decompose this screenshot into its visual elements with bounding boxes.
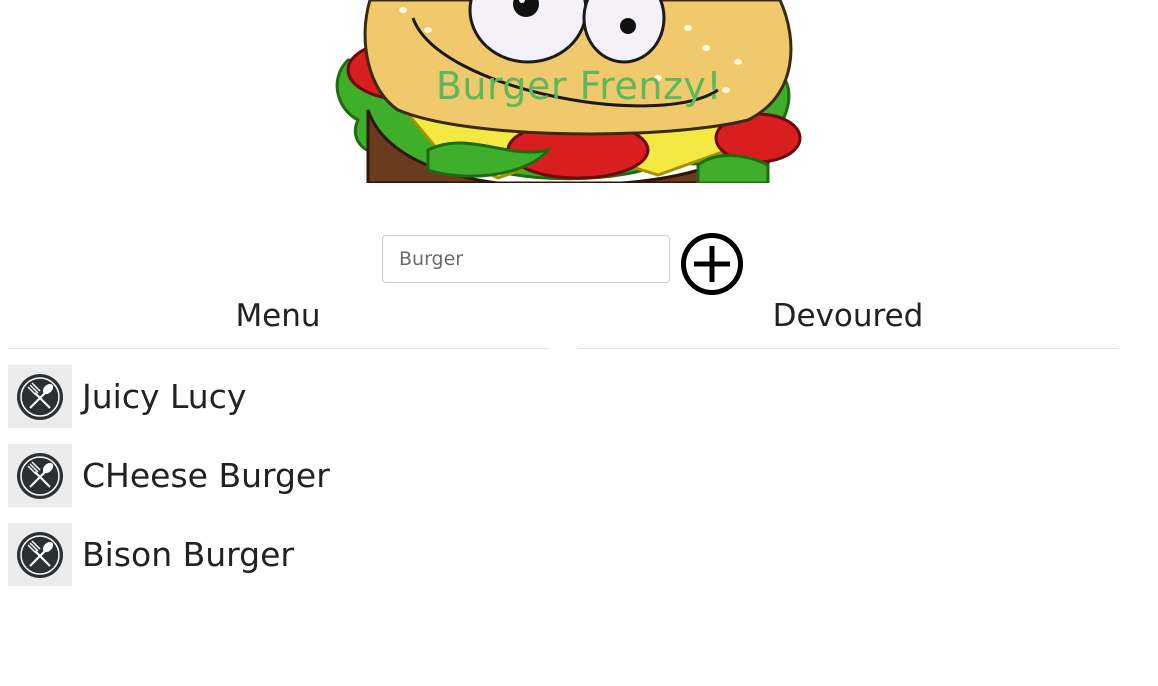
fork-spoon-icon [17, 452, 63, 499]
list-item: CHeese Burger [8, 444, 548, 507]
list-item: Bison Burger [8, 523, 548, 586]
menu-title: Menu [8, 296, 548, 349]
app-title: Burger Frenzy! [435, 64, 723, 108]
burger-name: Juicy Lucy [82, 377, 247, 416]
devoured-column: Devoured [578, 296, 1118, 365]
devour-button[interactable] [8, 444, 72, 507]
menu-column: Menu Juicy Lucy CHeese Burger Bison Burg… [8, 296, 548, 602]
devoured-title: Devoured [578, 296, 1118, 349]
add-burger-form [382, 232, 744, 296]
menu-list: Juicy Lucy CHeese Burger Bison Burger [8, 365, 548, 586]
fork-spoon-icon [17, 531, 63, 578]
plus-circle-icon [681, 233, 743, 295]
list-item: Juicy Lucy [8, 365, 548, 428]
burger-name: CHeese Burger [82, 456, 330, 495]
devour-button[interactable] [8, 365, 72, 428]
devour-button[interactable] [8, 523, 72, 586]
burger-name-input[interactable] [382, 235, 670, 283]
page: Burger Frenzy! Menu [0, 0, 1158, 686]
add-burger-button[interactable] [680, 232, 744, 296]
fork-spoon-icon [17, 373, 63, 420]
burger-name: Bison Burger [82, 535, 294, 574]
